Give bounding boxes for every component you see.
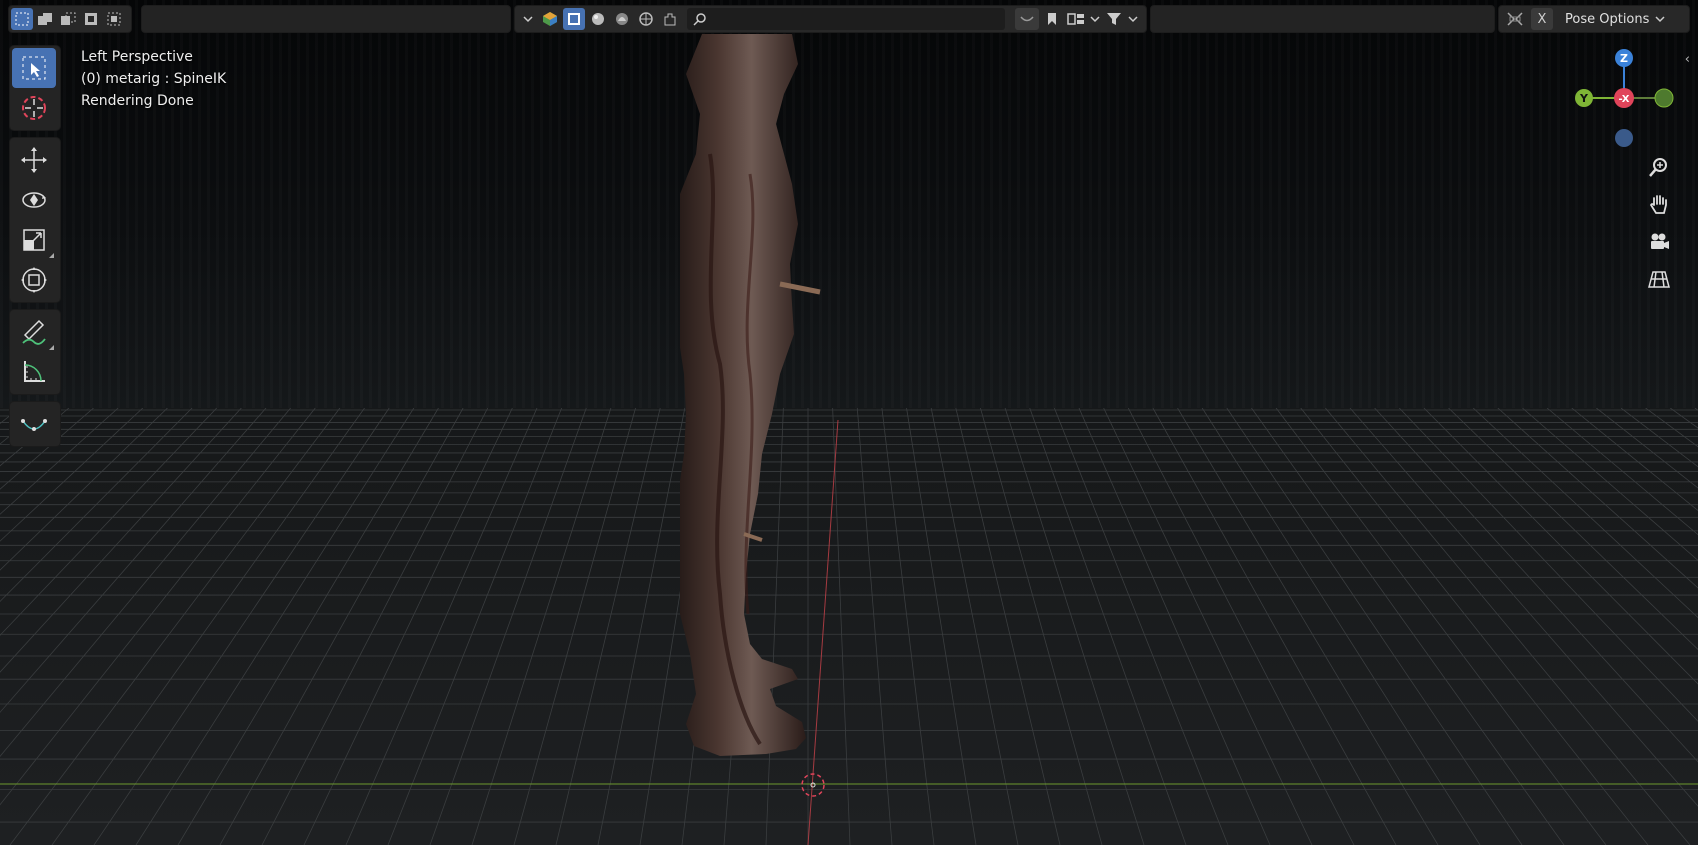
cursor-tool[interactable] [12, 88, 56, 128]
gizmo-z-label: Z [1620, 52, 1628, 65]
annotate-pen-icon [22, 319, 46, 345]
view-layout-icon[interactable] [1065, 8, 1087, 30]
navigation-gizmo[interactable]: Z Y -X [1566, 44, 1678, 154]
zoom-icon [1649, 158, 1667, 177]
rotate-tool[interactable] [12, 180, 56, 220]
x-axis-toggle-button[interactable]: X [1531, 8, 1553, 30]
transform-tool[interactable] [12, 260, 56, 300]
camera-icon [1651, 233, 1669, 249]
scale-tool[interactable] [12, 220, 56, 260]
tool-group-bone [9, 401, 61, 447]
curve-handle-icon [21, 419, 47, 431]
select-box-invert-icon[interactable] [80, 8, 102, 30]
annotate-tool[interactable] [12, 312, 56, 352]
3d-cursor-tool-icon [22, 96, 46, 120]
chevron-left-icon[interactable]: ‹ [1685, 52, 1690, 67]
scale-icon [23, 229, 45, 251]
rotate-icon [22, 192, 46, 208]
select-box-icon [22, 56, 46, 80]
measure-tool[interactable] [12, 352, 56, 392]
gizmo-neg-z-handle [1615, 129, 1633, 147]
hand-icon [1649, 195, 1667, 214]
bookmark-icon[interactable] [1041, 8, 1063, 30]
shading-solid-frame-icon[interactable] [563, 8, 585, 30]
shading-material-icon[interactable] [611, 8, 633, 30]
bone-curve-tool[interactable] [12, 404, 56, 444]
bone-line-overlay [801, 419, 839, 845]
render-region-icon[interactable] [659, 8, 681, 30]
view-name-label: Left Perspective [81, 49, 193, 65]
zoom-button[interactable] [1644, 152, 1674, 182]
select-box-intersect-icon[interactable] [103, 8, 125, 30]
tool-shelf [9, 45, 61, 453]
pose-options-label: Pose Options [1565, 11, 1650, 27]
overlay-toggle-icon[interactable] [1015, 8, 1039, 30]
header-empty-region [141, 5, 511, 33]
select-box-tool[interactable] [12, 48, 56, 88]
gizmo-neg-y-handle [1654, 88, 1674, 108]
select-box-subtract-icon[interactable] [57, 8, 79, 30]
chevron-down-icon[interactable] [1089, 8, 1101, 30]
right-header-group: X Pose Options [1498, 5, 1690, 33]
center-header-group [514, 5, 1147, 33]
transform-icon [21, 267, 47, 293]
gizmo-x-label: -X [1618, 94, 1629, 105]
perspective-toggle-button[interactable] [1644, 264, 1674, 294]
chevron-down-icon[interactable] [1127, 8, 1139, 30]
move-icon [21, 147, 47, 173]
tool-group-transform [9, 137, 61, 303]
search-icon [693, 13, 706, 26]
select-mode-group [8, 5, 132, 33]
object-type-visibility-icon[interactable] [539, 8, 561, 30]
camera-view-button[interactable] [1644, 227, 1674, 257]
shading-solid-icon[interactable] [587, 8, 609, 30]
pan-button[interactable] [1644, 189, 1674, 219]
grid-perspective-icon [1648, 271, 1670, 288]
tool-group-annotate [9, 309, 61, 395]
pose-options-dropdown[interactable]: Pose Options [1557, 8, 1674, 30]
filter-icon[interactable] [1103, 8, 1125, 30]
chevron-down-icon[interactable] [519, 8, 537, 30]
viewport-info-overlay: Left Perspective (0) metarig : SpineIK R… [81, 46, 226, 112]
tool-group-select [9, 45, 61, 131]
chevron-down-icon [1655, 16, 1665, 23]
measure-ruler-icon [24, 361, 45, 382]
object-info-label: (0) metarig : SpineIK [81, 71, 227, 87]
render-status-label: Rendering Done [81, 93, 194, 109]
viewport-header: X Pose Options [0, 0, 1698, 40]
select-box-extend-icon[interactable] [34, 8, 56, 30]
move-tool[interactable] [12, 140, 56, 180]
gizmo-y-label: Y [1579, 92, 1589, 105]
shading-rendered-icon[interactable] [635, 8, 657, 30]
3d-viewport[interactable] [0, 0, 1698, 845]
select-box-new-icon[interactable] [11, 8, 33, 30]
x-mirror-icon[interactable] [1503, 8, 1527, 30]
search-input[interactable] [713, 11, 997, 27]
header-empty-region-right [1150, 5, 1495, 33]
search-field[interactable] [687, 8, 1005, 30]
